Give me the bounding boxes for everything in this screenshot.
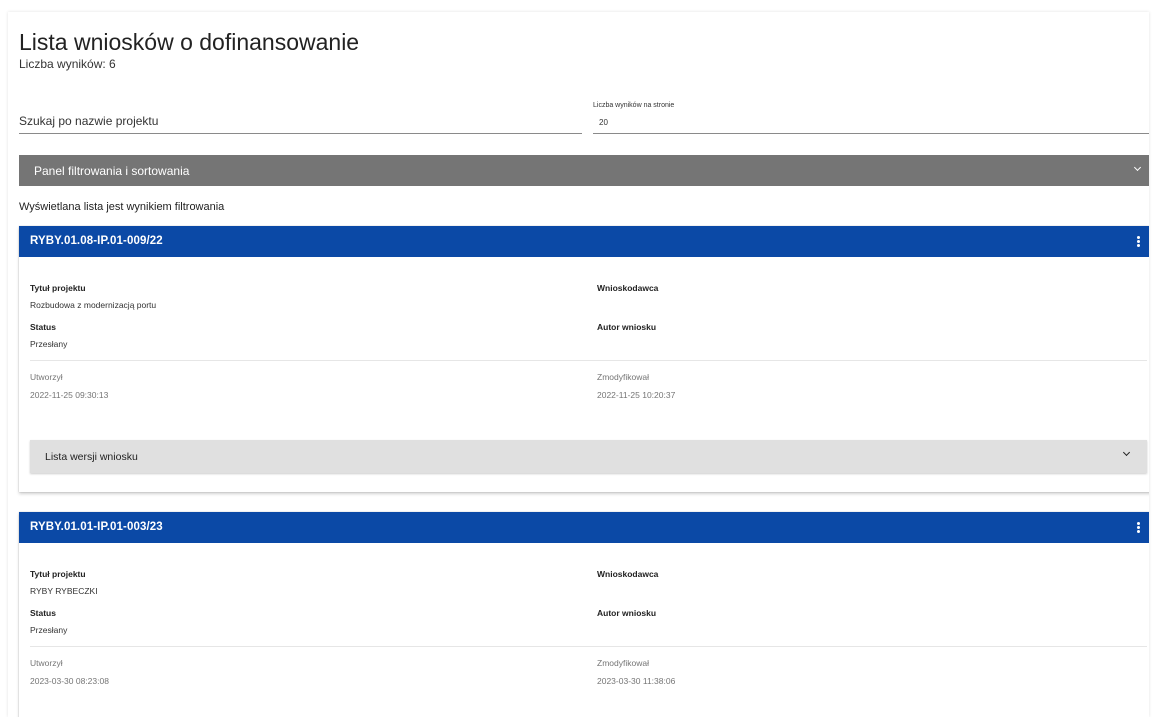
modified-by-label: Zmodyfikował	[597, 658, 649, 668]
results-count: Liczba wyników: 6	[19, 57, 116, 71]
author-label: Autor wniosku	[597, 608, 657, 618]
search-input[interactable]	[19, 110, 582, 132]
status-value: Przesłany	[30, 339, 68, 349]
filtered-list-note: Wyświetlana lista jest wynikiem filtrowa…	[19, 201, 225, 213]
application-code: RYBY.01.08-IP.01-009/22	[30, 235, 163, 247]
page-title: Lista wniosków o dofinansowanie	[19, 29, 360, 55]
card-header: RYBY.01.01-IP.01-003/23	[19, 512, 1149, 543]
more-options-icon[interactable]	[1137, 522, 1140, 533]
filter-panel-label: Panel filtrowania i sortowania	[34, 164, 190, 178]
project-title-label: Tytuł projektu	[30, 569, 86, 579]
chevron-down-icon	[1122, 448, 1131, 457]
chevron-down-icon	[1133, 163, 1142, 172]
modified-date: 2023-03-30 11:38:06	[597, 676, 676, 686]
project-title-value: Rozbudowa z modernizacją portu	[30, 300, 157, 310]
applications-page: Lista wniosków o dofinansowanie Liczba w…	[8, 12, 1149, 717]
created-by-label: Utworzył	[30, 658, 63, 668]
created-by-label: Utworzył	[30, 372, 63, 382]
filter-sort-panel[interactable]: Panel filtrowania i sortowania	[19, 155, 1149, 186]
status-label: Status	[30, 322, 56, 332]
created-date: 2023-03-30 08:23:08	[30, 676, 109, 686]
status-value: Przesłany	[30, 625, 68, 635]
per-page-label: Liczba wyników na stronie	[593, 102, 675, 109]
more-options-icon[interactable]	[1137, 236, 1140, 247]
application-code: RYBY.01.01-IP.01-003/23	[30, 521, 163, 533]
search-field	[19, 110, 582, 134]
modified-by-label: Zmodyfikował	[597, 372, 649, 382]
divider	[30, 360, 1147, 361]
divider	[30, 646, 1147, 647]
versions-list-panel[interactable]: Lista wersji wniosku	[30, 440, 1147, 473]
project-title-value: RYBY RYBECZKI	[30, 586, 98, 596]
author-label: Autor wniosku	[597, 322, 657, 332]
application-card: RYBY.01.08-IP.01-009/22 Tytuł projektu R…	[19, 226, 1149, 492]
card-header: RYBY.01.08-IP.01-009/22	[19, 226, 1149, 257]
application-card: RYBY.01.01-IP.01-003/23 Tytuł projektu R…	[19, 512, 1149, 717]
project-title-label: Tytuł projektu	[30, 283, 86, 293]
per-page-value: 20	[599, 118, 608, 127]
status-label: Status	[30, 608, 56, 618]
created-date: 2022-11-25 09:30:13	[30, 390, 109, 400]
applicant-label: Wnioskodawca	[597, 283, 659, 293]
per-page-select[interactable]: 20	[593, 113, 1149, 134]
applicant-label: Wnioskodawca	[597, 569, 659, 579]
modified-date: 2022-11-25 10:20:37	[597, 390, 676, 400]
versions-list-label: Lista wersji wniosku	[45, 451, 138, 463]
